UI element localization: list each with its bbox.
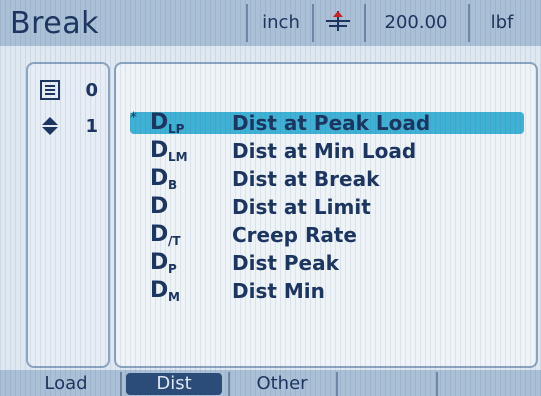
tab-empty-4[interactable] xyxy=(342,373,430,395)
tab-other[interactable]: Other xyxy=(234,373,330,395)
list-item-subscript: LP xyxy=(168,122,185,136)
tab-empty-5[interactable] xyxy=(442,373,532,395)
list-item-label: Creep Rate xyxy=(232,223,357,247)
list-item-subscript: P xyxy=(168,262,177,276)
list-item-label: Dist at Limit xyxy=(232,195,371,219)
list-item-creep-rate[interactable]: D /T Creep Rate xyxy=(130,222,530,248)
list-item-label: Dist at Min Load xyxy=(232,139,417,163)
up-down-arrow-icon xyxy=(40,116,60,136)
force-value: 200.00 xyxy=(384,12,448,33)
selected-marker: * xyxy=(130,110,137,126)
header-divider xyxy=(312,4,314,42)
list-item-symbol: D xyxy=(150,166,169,191)
list-icon xyxy=(40,80,60,100)
header-bar: Break inch 200.00 lbf xyxy=(0,0,541,46)
list-item-symbol: D xyxy=(150,222,169,247)
list-item-label: Dist Peak xyxy=(232,251,339,275)
units-label[interactable]: inch xyxy=(252,9,310,37)
left-row-updown[interactable]: 1 xyxy=(36,114,102,142)
tab-divider xyxy=(228,372,230,396)
list-item-symbol: D xyxy=(150,250,169,275)
list-item-dist-peak[interactable]: D P Dist Peak xyxy=(130,250,530,276)
left-panel: 0 1 xyxy=(26,62,110,368)
tare-icon[interactable] xyxy=(316,9,360,37)
list-item-subscript: /T xyxy=(168,234,181,248)
tab-dist[interactable]: Dist xyxy=(126,373,222,395)
list-item-label: Dist Min xyxy=(232,279,325,303)
list-item-dist-limit[interactable]: D Dist at Limit xyxy=(130,194,530,220)
screen-title: Break xyxy=(10,6,99,41)
list-count: 0 xyxy=(85,80,98,101)
tab-divider xyxy=(336,372,338,396)
list-item-dist-peak-load[interactable]: * D LP Dist at Peak Load xyxy=(130,110,530,136)
list-item-label: Dist at Break xyxy=(232,167,380,191)
header-divider xyxy=(364,4,366,42)
header-divider xyxy=(468,4,470,42)
list-item-label: Dist at Peak Load xyxy=(232,111,431,135)
list-item-subscript: M xyxy=(168,290,180,304)
list-item-symbol: D xyxy=(150,278,169,303)
force-unit-label[interactable]: lbf xyxy=(472,9,532,37)
left-row-list[interactable]: 0 xyxy=(36,78,102,106)
list-item-symbol: D xyxy=(150,138,169,163)
tab-divider xyxy=(436,372,438,396)
list-item-dist-break[interactable]: D B Dist at Break xyxy=(130,166,530,192)
list-item-symbol: D xyxy=(150,110,169,135)
updown-value: 1 xyxy=(85,116,98,137)
device-screen: Break inch 200.00 lbf 0 1 * D LP Dist at… xyxy=(0,0,541,396)
list-item-subscript: B xyxy=(168,178,178,192)
list-item-dist-min-load[interactable]: D LM Dist at Min Load xyxy=(130,138,530,164)
tab-divider xyxy=(120,372,122,396)
list-item-subscript: LM xyxy=(168,150,188,164)
tab-load[interactable]: Load xyxy=(18,373,114,395)
tab-bar: Load Dist Other xyxy=(0,370,541,396)
header-divider xyxy=(246,4,248,42)
list-item-symbol: D xyxy=(150,194,169,219)
list-item-dist-min[interactable]: D M Dist Min xyxy=(130,278,530,304)
